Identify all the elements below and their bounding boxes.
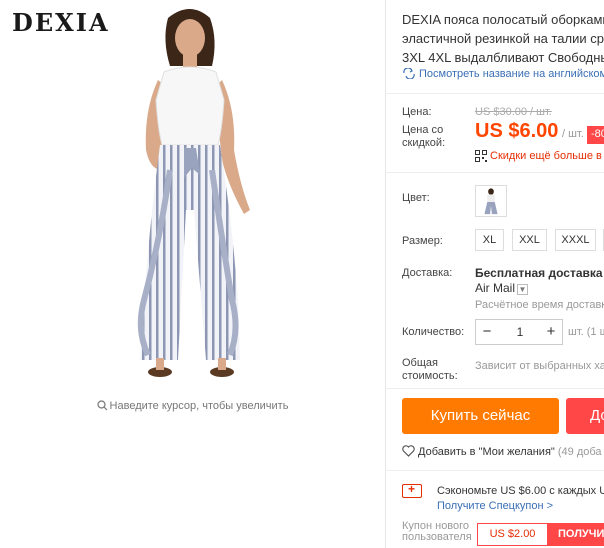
shipping-method-text[interactable]: Air Mail <box>475 281 515 295</box>
new-user-coupon-label: Купон нового пользователя <box>402 521 472 543</box>
quantity-stepper: − 1 + <box>475 319 563 345</box>
product-title: DEXIA пояса полосатый оборками эластично… <box>402 10 604 67</box>
quantity-increase-button[interactable]: + <box>540 320 562 344</box>
total-label-line: Общая <box>402 357 438 369</box>
qr-code-icon <box>475 150 487 162</box>
product-title-line: эластичной резинкой на талии ср <box>402 31 604 46</box>
shipping-title: Бесплатная доставка в R <box>475 266 604 280</box>
separator <box>385 470 604 471</box>
product-photo[interactable] <box>100 0 280 392</box>
product-title-line: 3XL 4XL выдалбливают Свободны <box>402 50 604 65</box>
discount-badge: -80 <box>587 126 604 144</box>
get-coupon-button[interactable]: ПОЛУЧИ <box>548 523 604 546</box>
shipping-estimate: Расчётное время доставки <box>475 299 604 311</box>
separator <box>385 172 604 173</box>
color-label: Цвет: <box>402 192 430 204</box>
coupon-icon <box>402 482 422 498</box>
heart-icon <box>402 445 415 457</box>
price-label: Цена: <box>402 106 432 118</box>
discount-price-label: Цена со скидкой: <box>402 124 445 150</box>
discount-label-line: Цена со <box>402 124 444 136</box>
size-option-xxxl[interactable]: XXXL <box>555 229 596 251</box>
wishlist-count: (49 доба <box>557 446 602 458</box>
size-option-xl[interactable]: XL <box>475 229 504 251</box>
size-label: Размер: <box>402 235 443 247</box>
quantity-unit: шт. (1 ш <box>568 326 604 338</box>
coupon-value: US $2.00 <box>477 523 548 546</box>
shipping-method-select[interactable]: Air Mail ▼ <box>475 281 529 295</box>
coupon-save-text: Сэкономьте US $6.00 с каждых US <box>437 485 604 497</box>
product-gallery: DEXIA Наведите курсор, чтобы увеличить <box>0 0 385 548</box>
sale-price: US $6.00 <box>475 120 559 142</box>
magnifier-icon <box>96 400 107 411</box>
original-price: US $30.00 / шт. <box>475 106 552 118</box>
translate-title-link[interactable]: Посмотреть название на английском <box>402 67 604 80</box>
column-divider <box>385 0 386 548</box>
translate-icon <box>403 67 415 80</box>
separator <box>385 93 604 94</box>
separator <box>385 388 604 389</box>
chevron-down-icon[interactable]: ▼ <box>517 284 529 295</box>
shipping-label: Доставка: <box>402 267 453 279</box>
per-unit-label: / шт. <box>562 128 584 140</box>
color-option-thumbnail[interactable] <box>475 185 507 217</box>
quantity-label: Количество: <box>402 326 465 338</box>
product-info: DEXIA пояса полосатый оборками эластично… <box>385 0 604 548</box>
zoom-hint: Наведите курсор, чтобы увеличить <box>0 400 385 412</box>
quantity-decrease-button[interactable]: − <box>476 320 498 344</box>
new-user-label-line: пользователя <box>402 531 472 543</box>
quantity-input[interactable]: 1 <box>498 320 542 344</box>
promo-text[interactable]: Скидки ещё больше в п <box>490 150 604 162</box>
buy-now-button[interactable]: Купить сейчас <box>402 398 559 434</box>
add-to-wishlist-link[interactable]: Добавить в "Мои желания" (49 доба <box>402 445 602 458</box>
total-label-line: стоимость: <box>402 370 458 382</box>
translate-link-text[interactable]: Посмотреть название на английском <box>419 68 604 80</box>
size-option-xxl[interactable]: XXL <box>512 229 547 251</box>
brand-logo: DEXIA <box>12 8 110 37</box>
total-value: Зависит от выбранных хар <box>475 360 604 372</box>
total-label: Общая стоимость: <box>402 357 458 383</box>
get-coupon-link[interactable]: Получите Спецкупон > <box>437 500 553 512</box>
discount-label-line: скидкой: <box>402 137 446 149</box>
zoom-hint-text: Наведите курсор, чтобы увеличить <box>109 400 289 412</box>
add-to-cart-button[interactable]: До <box>566 398 604 434</box>
promo-link[interactable]: Скидки ещё больше в п <box>475 150 604 162</box>
product-title-line: DEXIA пояса полосатый оборками <box>402 12 604 27</box>
wishlist-text[interactable]: Добавить в "Мои желания" <box>418 446 555 458</box>
